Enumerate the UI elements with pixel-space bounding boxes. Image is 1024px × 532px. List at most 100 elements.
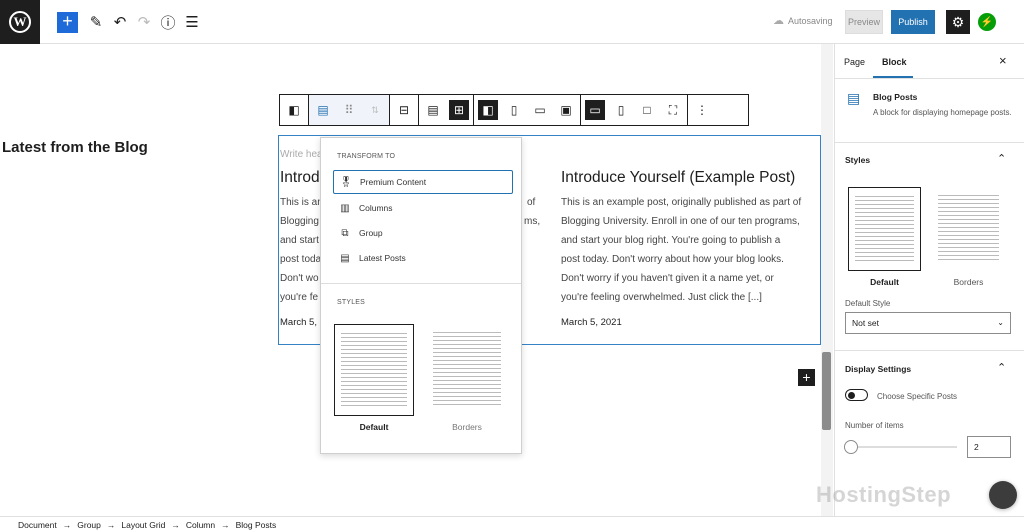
more-options-icon[interactable]: ⋮ <box>692 100 712 120</box>
style-preview-borders[interactable] <box>932 187 1005 271</box>
number-items-input[interactable]: 2 <box>967 436 1011 458</box>
preview-lines <box>341 333 407 407</box>
watermark: HostingStep <box>816 482 952 507</box>
style-label-borders: Borders <box>953 277 984 287</box>
pen-icon[interactable]: ✎ <box>86 12 106 32</box>
scrollbar[interactable] <box>821 44 833 516</box>
list-view-icon[interactable]: ☰ <box>182 12 202 32</box>
autosave-status: ☁ Autosaving <box>773 14 833 27</box>
tab-block[interactable]: Block <box>882 57 907 67</box>
breadcrumb-separator: → <box>62 520 72 530</box>
transform-heading: TRANSFORM TO <box>337 153 396 160</box>
info-icon[interactable]: ⓘ <box>158 12 178 32</box>
number-items-label: Number of items <box>845 421 904 430</box>
breadcrumb-item[interactable]: Group <box>77 520 101 530</box>
range-handle[interactable] <box>844 440 858 454</box>
post-title[interactable]: Introd <box>280 168 320 188</box>
excerpt-line: Blogging University. Enroll in one of ou… <box>561 216 800 227</box>
drag-handle-icon[interactable]: ⠿ <box>339 100 359 120</box>
align-icon[interactable]: ⊟ <box>394 100 414 120</box>
inserter-button[interactable]: + <box>798 369 815 386</box>
group-icon: ⧉ <box>341 227 349 239</box>
media-left-icon[interactable]: ◧ <box>478 100 498 120</box>
size-wide-icon[interactable]: ▭ <box>585 100 605 120</box>
excerpt-tail: of <box>527 197 536 208</box>
select-parent-icon[interactable]: ◧ <box>284 100 304 120</box>
transform-item-label: Latest Posts <box>359 253 406 263</box>
select-value: Not set <box>852 318 879 328</box>
choose-posts-toggle[interactable] <box>845 389 868 401</box>
scrollbar-thumb[interactable] <box>822 352 831 430</box>
style-label-default: Default <box>359 422 389 432</box>
toolbar-group-media: ◧ ▯ ▭ ▣ <box>474 95 581 125</box>
add-block-button[interactable]: + <box>57 12 78 33</box>
help-button[interactable] <box>989 481 1017 509</box>
transform-columns[interactable]: ▥ Columns <box>333 196 513 220</box>
settings-sidebar: Page Block × ▤ Blog Posts A block for di… <box>834 44 1024 516</box>
redo-icon[interactable]: ↷ <box>134 12 154 32</box>
media-right-icon[interactable]: ▯ <box>504 100 524 120</box>
block-type-icon[interactable]: ▤ <box>313 100 333 120</box>
jetpack-icon[interactable]: ⚡ <box>978 13 996 31</box>
toolbar-group-block: ▤ ⠿ ⇅ <box>309 95 390 125</box>
list-layout-icon[interactable]: ▤ <box>423 100 443 120</box>
cloud-icon: ☁ <box>773 15 784 27</box>
transform-latest-posts[interactable]: ▤ Latest Posts <box>333 246 513 270</box>
tab-page[interactable]: Page <box>844 57 865 67</box>
chevron-up-icon[interactable]: ⌃ <box>997 152 1006 165</box>
divider <box>835 78 1024 79</box>
close-icon[interactable]: × <box>999 53 1007 68</box>
post-placeholder[interactable]: Write hea <box>280 145 323 164</box>
excerpt-line: post toda <box>280 254 322 265</box>
columns-icon: ▥ <box>340 202 350 214</box>
excerpt-line: post today. Don't worry about how your b… <box>561 254 784 265</box>
breadcrumb-item[interactable]: Layout Grid <box>121 520 165 530</box>
size-tall-icon[interactable]: ▯ <box>611 100 631 120</box>
transform-group[interactable]: ⧉ Group <box>333 221 513 245</box>
move-updown-icon[interactable]: ⇅ <box>365 100 385 120</box>
excerpt-tail: ms, <box>524 216 541 227</box>
section-heading[interactable]: Latest from the Blog <box>2 139 148 156</box>
divider <box>835 142 1024 143</box>
range-track[interactable] <box>849 446 957 448</box>
size-square-icon[interactable]: □ <box>637 100 657 120</box>
media-image-icon[interactable]: ▣ <box>556 100 576 120</box>
preview-lines <box>855 196 914 262</box>
wordpress-logo-icon: W <box>9 11 31 33</box>
post-date: March 5, 2021 <box>561 317 622 328</box>
settings-icon[interactable]: ⚙ <box>946 10 970 34</box>
wordpress-logo[interactable]: W <box>0 0 40 44</box>
breadcrumb-item[interactable]: Column <box>186 520 215 530</box>
style-preview-default[interactable] <box>848 187 921 271</box>
blog-posts-icon: ▤ <box>847 90 861 106</box>
style-label-default: Default <box>870 277 899 287</box>
post-excerpt: This is an example post, originally publ… <box>561 193 801 307</box>
default-style-select[interactable]: Not set ⌄ <box>845 312 1011 334</box>
toolbar-group-size: ▭ ▯ □ ⛶ <box>581 95 688 125</box>
styles-panel-title[interactable]: Styles <box>845 155 870 165</box>
divider <box>321 283 521 284</box>
block-toolbar: ◧ ▤ ⠿ ⇅ ⊟ ▤ ⊞ ◧ ▯ ▭ ▣ ▭ ▯ □ ⛶ ⋮ <box>279 94 749 126</box>
style-preview-default[interactable] <box>334 324 414 416</box>
undo-icon[interactable]: ↶ <box>110 12 130 32</box>
toolbar-group-more: ⋮ <box>688 95 716 125</box>
preview-button[interactable]: Preview <box>845 10 883 34</box>
transform-premium-content[interactable]: 🎖 Premium Content <box>333 170 513 194</box>
grid-layout-icon[interactable]: ⊞ <box>449 100 469 120</box>
divider <box>835 350 1024 351</box>
fullscreen-icon[interactable]: ⛶ <box>663 100 683 120</box>
chevron-up-icon[interactable]: ⌃ <box>997 361 1006 374</box>
post-title[interactable]: Introduce Yourself (Example Post) <box>561 168 795 188</box>
display-settings-title[interactable]: Display Settings <box>845 364 911 374</box>
breadcrumb-item[interactable]: Blog Posts <box>236 520 277 530</box>
preview-lines <box>433 332 501 408</box>
style-preview-borders[interactable] <box>427 324 507 416</box>
excerpt-line: Don't worry if you haven't given it a na… <box>561 273 774 284</box>
breadcrumb-separator: → <box>171 520 180 530</box>
breadcrumb-item[interactable]: Document <box>18 520 57 530</box>
publish-button[interactable]: Publish <box>891 10 935 34</box>
latest-posts-icon: ▤ <box>340 252 350 264</box>
editor-top-bar: W + ✎ ↶ ↷ ⓘ ☰ ☁ Autosaving Preview Publi… <box>0 0 1024 44</box>
excerpt-line: Blogging <box>280 216 319 227</box>
media-inline-icon[interactable]: ▭ <box>530 100 550 120</box>
